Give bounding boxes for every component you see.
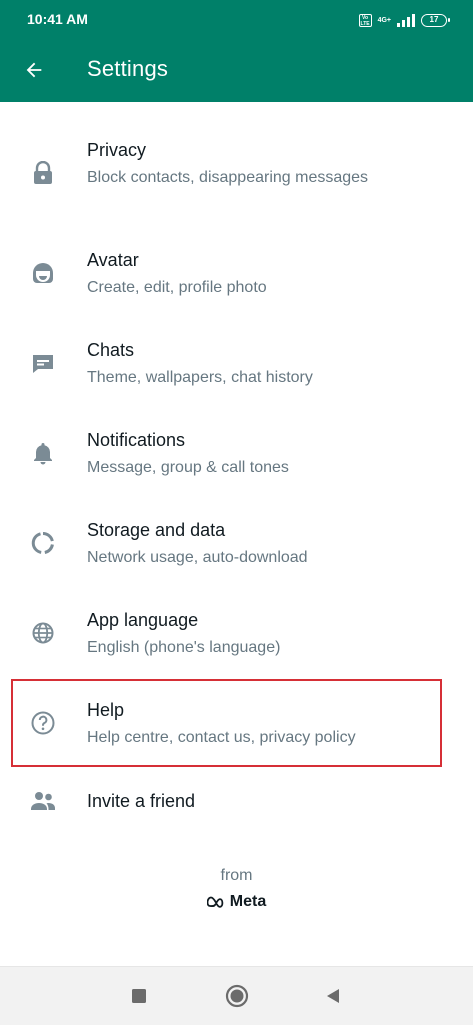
settings-item-chats[interactable]: Chats Theme, wallpapers, chat history [0, 330, 473, 402]
home-button[interactable] [222, 981, 252, 1011]
triangle-back-icon [327, 989, 339, 1003]
footer-from-label: from [220, 867, 253, 884]
settings-item-title: Storage and data [87, 520, 226, 540]
square-icon [132, 989, 146, 1003]
settings-item-title: Invite a friend [87, 791, 196, 811]
avatar-face-icon [30, 260, 56, 286]
settings-item-storage[interactable]: Storage and data Network usage, auto-dow… [0, 510, 473, 582]
meta-logo: Meta [0, 893, 473, 911]
system-back-button[interactable] [318, 981, 348, 1011]
globe-icon [30, 620, 56, 646]
storage-circle-icon [30, 530, 56, 556]
settings-item-subtitle: Block contacts, disappearing messages [87, 169, 369, 186]
settings-item-subtitle: Network usage, auto-download [87, 549, 308, 566]
page-title: Settings [87, 56, 169, 81]
help-circle-icon [30, 710, 56, 736]
settings-item-title: Avatar [87, 250, 139, 270]
settings-item-avatar[interactable]: Avatar Create, edit, profile photo [0, 240, 473, 312]
meta-infinity-icon [206, 896, 224, 908]
people-icon [30, 788, 56, 814]
back-button[interactable] [18, 55, 50, 85]
status-icons: Vo LTE 4G+ 17 [358, 12, 450, 28]
chat-icon [30, 350, 56, 376]
settings-item-privacy[interactable]: Privacy Block contacts, disappearing mes… [0, 130, 473, 216]
settings-item-invite-friend[interactable]: Invite a friend [0, 780, 473, 824]
settings-item-subtitle: Message, group & call tones [87, 459, 289, 476]
lock-icon [30, 160, 56, 186]
settings-item-title: App language [87, 610, 199, 630]
volte-badge: Vo LTE [358, 13, 372, 27]
bell-icon [30, 440, 56, 466]
settings-item-subtitle: Help centre, contact us, privacy policy [87, 729, 356, 746]
settings-item-subtitle: Theme, wallpapers, chat history [87, 369, 313, 386]
settings-item-subtitle: Create, edit, profile photo [87, 279, 267, 296]
settings-item-subtitle: English (phone's language) [87, 639, 281, 656]
arrow-left-icon [26, 62, 42, 78]
signal-icon [397, 13, 415, 27]
settings-item-notifications[interactable]: Notifications Message, group & call tone… [0, 420, 473, 492]
status-time: 10:41 AM [27, 11, 88, 27]
circle-home-icon [225, 984, 249, 1008]
battery-icon: 17 [421, 13, 450, 27]
recents-button[interactable] [124, 981, 154, 1011]
settings-item-title: Help [87, 700, 125, 720]
system-nav-bar [0, 966, 473, 1025]
settings-item-title: Notifications [87, 430, 186, 450]
settings-item-help[interactable]: Help Help centre, contact us, privacy po… [0, 690, 473, 762]
settings-item-app-language[interactable]: App language English (phone's language) [0, 600, 473, 672]
network-label: 4G+ [377, 16, 391, 24]
settings-item-title: Chats [87, 340, 135, 360]
app-header: 10:41 AM Vo LTE 4G+ 17 Settings [0, 0, 473, 102]
meta-brand-text: Meta [229, 893, 267, 910]
status-bar: 10:41 AM Vo LTE 4G+ 17 [0, 0, 473, 40]
settings-item-title: Privacy [87, 140, 147, 160]
